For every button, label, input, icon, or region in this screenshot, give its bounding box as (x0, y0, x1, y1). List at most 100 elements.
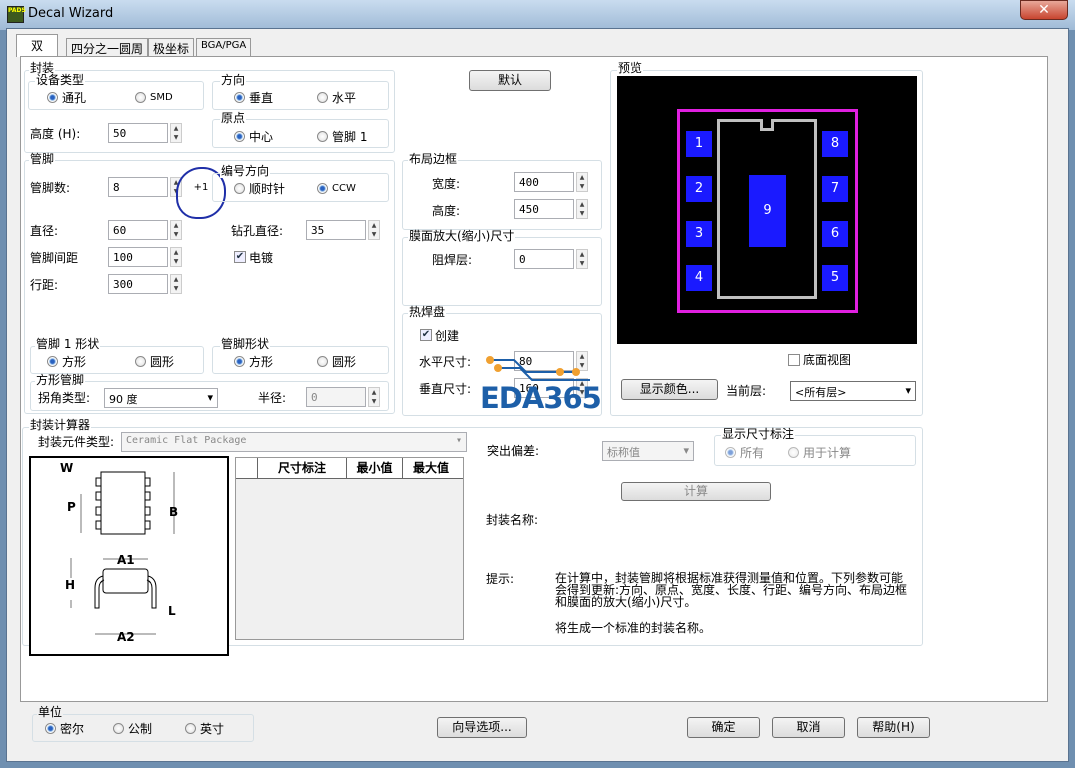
tab-quad[interactable]: 四分之一圆周 (66, 38, 149, 57)
window-title: Decal Wizard (28, 6, 114, 21)
mask-group (402, 237, 602, 306)
help-button[interactable]: 帮助(H) (857, 717, 930, 738)
border-height-spinner[interactable]: ▲ ▼ (576, 199, 588, 219)
dim-a1: A1 (117, 553, 135, 567)
radio-all[interactable] (725, 447, 736, 458)
radio-round[interactable] (317, 356, 328, 367)
border-width-label: 宽度: (432, 177, 461, 191)
radius-spinner[interactable]: ▲ ▼ (368, 387, 380, 407)
close-button[interactable]: ✕ (1020, 0, 1068, 20)
layer-select[interactable]: <所有层> ▾ (790, 381, 916, 401)
wizard-options-button[interactable]: 向导选项... (437, 717, 527, 738)
all-label: 所有 (740, 446, 765, 460)
device-type-label: 设备类型 (35, 73, 86, 87)
metric-label: 公制 (128, 722, 153, 736)
diameter-input[interactable] (108, 220, 168, 240)
radio-mil[interactable] (45, 723, 56, 734)
radio-pin1-square[interactable] (47, 356, 58, 367)
radius-label: 半径: (258, 391, 287, 405)
dim-w: W (60, 461, 74, 475)
ok-button[interactable]: 确定 (687, 717, 760, 738)
horizontal-label: 水平 (332, 91, 357, 105)
radio-horizontal[interactable] (317, 92, 328, 103)
layout-border-label: 布局边框 (408, 152, 459, 166)
square-label: 方形 (249, 355, 274, 369)
radio-smd[interactable] (135, 92, 146, 103)
plated-label: 电镀 (249, 251, 274, 265)
pitch-input[interactable] (108, 247, 168, 267)
calculator-label: 封装计算器 (29, 418, 92, 432)
border-width-spinner[interactable]: ▲ ▼ (576, 172, 588, 192)
bottom-view-checkbox[interactable] (788, 354, 800, 366)
radio-through-hole[interactable] (47, 92, 58, 103)
tab-polar[interactable]: 极坐标 (148, 38, 195, 57)
preview-label: 预览 (617, 61, 644, 75)
pin1-square-label: 方形 (62, 355, 87, 369)
col-max[interactable]: 最大值 (403, 458, 459, 478)
border-height-input[interactable] (514, 199, 574, 219)
origin-label: 原点 (220, 111, 247, 125)
height-label: 高度 (H): (30, 127, 81, 141)
ccw-label: CCW (332, 183, 356, 194)
calculate-button[interactable]: 计算 (621, 482, 771, 501)
thermal-label: 热焊盘 (408, 305, 447, 319)
radio-center[interactable] (234, 131, 245, 142)
package-type-value: Ceramic Flat Package (126, 435, 247, 446)
row-label: 行距: (30, 278, 59, 292)
solder-input[interactable] (514, 249, 574, 269)
corner-type-label: 拐角类型: (38, 391, 91, 405)
pad-9-thermal: 9 (749, 175, 786, 247)
pin-shape-label: 管脚形状 (220, 337, 271, 351)
radio-metric[interactable] (113, 723, 124, 734)
mask-label: 膜面放大(缩小)尺寸 (408, 229, 516, 243)
radio-pin1-round[interactable] (135, 356, 146, 367)
radio-square[interactable] (234, 356, 245, 367)
default-button[interactable]: 默认 (469, 70, 551, 91)
numbering-label: 编号方向 (220, 164, 271, 178)
dim-a2: A2 (117, 630, 135, 644)
pitch-spinner[interactable]: ▲ ▼ (170, 247, 182, 267)
radio-pin1[interactable] (317, 131, 328, 142)
radio-ccw[interactable] (317, 183, 328, 194)
show-dims-label: 显示尺寸标注 (721, 427, 796, 441)
hint-label: 提示: (486, 572, 515, 586)
col-dimension[interactable]: 尺寸标注 (258, 458, 347, 478)
pitch-label: 管脚间距 (30, 251, 79, 265)
col-min[interactable]: 最小值 (347, 458, 403, 478)
diameter-spinner[interactable]: ▲ ▼ (170, 220, 182, 240)
row-spinner[interactable]: ▲ ▼ (170, 274, 182, 294)
pin-count-input[interactable] (108, 177, 168, 197)
tab-dual[interactable]: 双 (16, 34, 59, 57)
pad-7: 7 (822, 176, 848, 202)
radio-for-calc[interactable] (788, 447, 799, 458)
pad-4: 4 (686, 265, 712, 291)
radio-clockwise[interactable] (234, 183, 245, 194)
radius-input[interactable] (306, 387, 366, 407)
drill-input[interactable] (306, 220, 366, 240)
border-width-input[interactable] (514, 172, 574, 192)
show-color-button[interactable]: 显示颜色... (621, 379, 718, 400)
center-label: 中心 (249, 130, 274, 144)
drill-spinner[interactable]: ▲ ▼ (368, 220, 380, 240)
row-input[interactable] (108, 274, 168, 294)
inch-label: 英寸 (200, 722, 225, 736)
radio-vertical[interactable] (234, 92, 245, 103)
cancel-button[interactable]: 取消 (772, 717, 845, 738)
hint-text: 在计算中，封装管脚将根据标准获得测量值和位置。下列参数可能会得到更新:方向、原点… (555, 571, 908, 609)
tab-bga[interactable]: BGA/PGA (196, 38, 252, 57)
tolerance-select[interactable]: 标称值 ▾ (602, 441, 694, 461)
corner-type-select[interactable]: 90 度 ▾ (104, 388, 218, 408)
height-spinner[interactable]: ▲ ▼ (170, 123, 182, 143)
hint-text-2: 将生成一个标准的封装名称。 (555, 621, 712, 635)
smd-label: SMD (150, 92, 173, 103)
solder-spinner[interactable]: ▲ ▼ (576, 249, 588, 269)
package-type-select[interactable]: Ceramic Flat Package ▾ (121, 432, 467, 452)
eda365-logo-traces-icon (486, 356, 590, 381)
plated-checkbox[interactable]: ✔ (234, 251, 246, 263)
height-input[interactable] (108, 123, 168, 143)
thermal-create-checkbox[interactable]: ✔ (420, 329, 432, 341)
radio-inch[interactable] (185, 723, 196, 734)
drill-label: 钻孔直径: (231, 224, 284, 238)
border-height-label: 高度: (432, 204, 461, 218)
pad-6: 6 (822, 221, 848, 247)
